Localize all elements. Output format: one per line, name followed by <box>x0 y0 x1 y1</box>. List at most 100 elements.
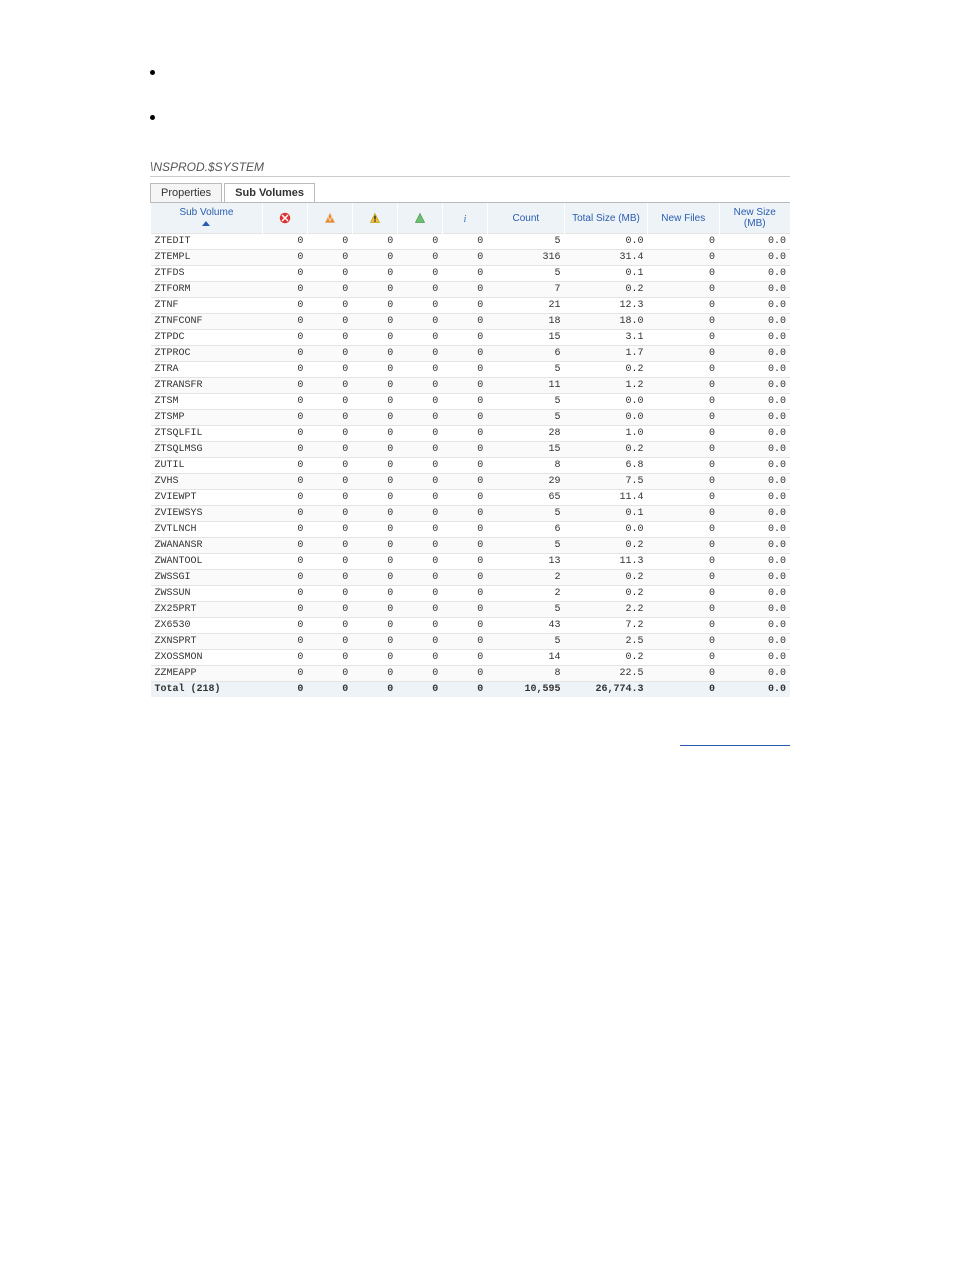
cell: 0 <box>648 426 720 442</box>
cell: 0 <box>648 682 720 698</box>
cell: 0 <box>442 490 487 506</box>
cell: 0 <box>352 394 397 410</box>
cell: 5 <box>487 266 564 282</box>
tab-properties[interactable]: Properties <box>150 183 222 202</box>
col-critical[interactable] <box>262 203 307 234</box>
table-row[interactable]: ZTFDS0000050.100.0 <box>151 266 791 282</box>
cell: 0 <box>262 346 307 362</box>
cell: 8 <box>487 458 564 474</box>
cell: 0 <box>262 394 307 410</box>
col-count[interactable]: Count <box>487 203 564 234</box>
table-row[interactable]: ZTNFCONF000001818.000.0 <box>151 314 791 330</box>
table-row[interactable]: ZWSSGI0000020.200.0 <box>151 570 791 586</box>
cell: 2.2 <box>564 602 647 618</box>
col-major[interactable]: V <box>307 203 352 234</box>
col-new-files[interactable]: New Files <box>648 203 720 234</box>
col-minor[interactable] <box>352 203 397 234</box>
table-row[interactable]: ZVHS00000297.500.0 <box>151 474 791 490</box>
cell: 0 <box>307 618 352 634</box>
cell: 0 <box>442 346 487 362</box>
table-row[interactable]: ZTPROC0000061.700.0 <box>151 346 791 362</box>
table-row[interactable]: ZVTLNCH0000060.000.0 <box>151 522 791 538</box>
cell: 0 <box>442 442 487 458</box>
link-underline[interactable] <box>680 745 790 746</box>
cell: ZTNFCONF <box>151 314 263 330</box>
cell: 0 <box>397 650 442 666</box>
cell: 0 <box>442 538 487 554</box>
table-row[interactable]: ZXOSSMON00000140.200.0 <box>151 650 791 666</box>
cell: ZTPDC <box>151 330 263 346</box>
cell: 0.0 <box>719 346 790 362</box>
table-row[interactable]: ZTEMPL0000031631.400.0 <box>151 250 791 266</box>
cell: 0.0 <box>564 234 647 250</box>
cell: 2 <box>487 586 564 602</box>
cell: 0 <box>307 378 352 394</box>
table-row[interactable]: ZVIEWPT000006511.400.0 <box>151 490 791 506</box>
col-new-size[interactable]: New Size (MB) <box>719 203 790 234</box>
col-total-size[interactable]: Total Size (MB) <box>564 203 647 234</box>
cell: 10,595 <box>487 682 564 698</box>
table-row[interactable]: ZTSM0000050.000.0 <box>151 394 791 410</box>
cell: 0 <box>307 666 352 682</box>
table-row[interactable]: ZUTIL0000086.800.0 <box>151 458 791 474</box>
table-row[interactable]: ZX25PRT0000052.200.0 <box>151 602 791 618</box>
table-row[interactable]: ZWSSUN0000020.200.0 <box>151 586 791 602</box>
table-row[interactable]: ZWANTOOL000001311.300.0 <box>151 554 791 570</box>
cell: 0 <box>352 538 397 554</box>
cell: 0 <box>442 554 487 570</box>
cell: 0 <box>648 618 720 634</box>
cell: 0 <box>307 538 352 554</box>
table-row[interactable]: ZZMEAPP00000822.500.0 <box>151 666 791 682</box>
cell: 5 <box>487 362 564 378</box>
cell: 0 <box>442 458 487 474</box>
cell: 0 <box>262 250 307 266</box>
cell: 0.0 <box>719 458 790 474</box>
cell: 0 <box>307 602 352 618</box>
table-row[interactable]: ZVIEWSYS0000050.100.0 <box>151 506 791 522</box>
cell: 0 <box>397 490 442 506</box>
tab-sub-volumes[interactable]: Sub Volumes <box>224 183 315 202</box>
cell: 0 <box>648 554 720 570</box>
cell: 0.0 <box>719 282 790 298</box>
cell: 0.2 <box>564 650 647 666</box>
table-row[interactable]: ZTSQLMSG00000150.200.0 <box>151 442 791 458</box>
table-row[interactable]: ZTNF000002112.300.0 <box>151 298 791 314</box>
table-row[interactable]: ZTPDC00000153.100.0 <box>151 330 791 346</box>
cell: 0 <box>262 506 307 522</box>
cell: 0 <box>262 650 307 666</box>
table-row[interactable]: ZTFORM0000070.200.0 <box>151 282 791 298</box>
table-row[interactable]: ZXNSPRT0000052.500.0 <box>151 634 791 650</box>
table-row[interactable]: ZTSQLFIL00000281.000.0 <box>151 426 791 442</box>
cell: 0 <box>648 602 720 618</box>
table-row[interactable]: ZTSMP0000050.000.0 <box>151 410 791 426</box>
cell: 0 <box>262 234 307 250</box>
col-warning[interactable] <box>397 203 442 234</box>
table-row[interactable]: ZX653000000437.200.0 <box>151 618 791 634</box>
cell: 5 <box>487 394 564 410</box>
table-row[interactable]: ZTRANSFR00000111.200.0 <box>151 378 791 394</box>
cell: 0.0 <box>719 602 790 618</box>
cell: ZXOSSMON <box>151 650 263 666</box>
cell: 0 <box>262 522 307 538</box>
cell: 0 <box>262 538 307 554</box>
cell: ZTRANSFR <box>151 378 263 394</box>
cell: ZX6530 <box>151 618 263 634</box>
cell: 0 <box>352 618 397 634</box>
col-sub-volume[interactable]: Sub Volume <box>151 203 263 234</box>
cell: 11.3 <box>564 554 647 570</box>
cell: 0 <box>262 570 307 586</box>
cell: 0 <box>352 634 397 650</box>
cell: 5 <box>487 234 564 250</box>
cell: 0 <box>352 234 397 250</box>
col-info[interactable]: i <box>442 203 487 234</box>
table-row[interactable]: ZTRA0000050.200.0 <box>151 362 791 378</box>
cell: 0 <box>262 362 307 378</box>
cell: 0.0 <box>719 378 790 394</box>
table-row[interactable]: ZWANANSR0000050.200.0 <box>151 538 791 554</box>
table-row[interactable]: Total (218)0000010,59526,774.300.0 <box>151 682 791 698</box>
cell: 0.0 <box>719 234 790 250</box>
table-row[interactable]: ZTEDIT0000050.000.0 <box>151 234 791 250</box>
cell: 0 <box>442 522 487 538</box>
cell: 7.2 <box>564 618 647 634</box>
cell: 0 <box>442 666 487 682</box>
